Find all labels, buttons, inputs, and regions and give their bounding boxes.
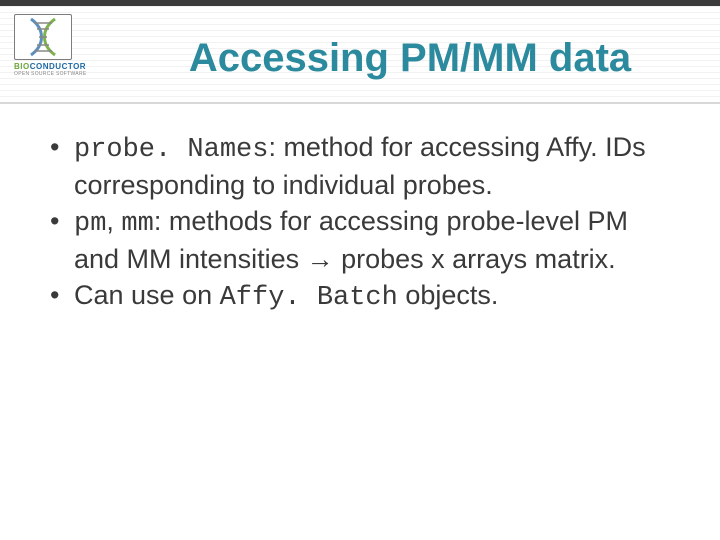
bioconductor-logo: BIOCONDUCTOR OPEN SOURCE SOFTWARE [14, 14, 92, 82]
dna-helix-icon [25, 17, 61, 57]
logo-name: BIOCONDUCTOR [14, 62, 92, 71]
right-arrow-icon: → [307, 244, 334, 274]
bullet-3-text-b: objects. [398, 280, 499, 310]
slide-body: probe. Names: method for accessing Affy.… [48, 130, 660, 318]
bullet-list: probe. Names: method for accessing Affy.… [48, 130, 660, 316]
bullet-2-text-b: probes x arrays matrix. [334, 244, 616, 274]
bullet-1: probe. Names: method for accessing Affy.… [48, 130, 660, 202]
bullet-2-sep: , [106, 206, 121, 236]
header-separator [0, 102, 720, 104]
logo-name-part1: BIO [14, 62, 30, 71]
bullet-3-code: Affy. Batch [220, 283, 398, 313]
logo-name-part2: CONDUCTOR [30, 62, 86, 71]
bullet-3: Can use on Affy. Batch objects. [48, 278, 660, 316]
logo-subtitle: OPEN SOURCE SOFTWARE [14, 71, 92, 77]
bullet-2-code-mm: mm [121, 209, 153, 239]
bullet-3-text-a: Can use on [74, 280, 220, 310]
slide: BIOCONDUCTOR OPEN SOURCE SOFTWARE Access… [0, 0, 720, 540]
bullet-2: pm, mm: methods for accessing probe-leve… [48, 204, 660, 276]
slide-title: Accessing PM/MM data [140, 36, 680, 81]
bullet-2-code-pm: pm [74, 209, 106, 239]
bullet-1-code: probe. Names [74, 135, 268, 165]
logo-box [14, 14, 72, 60]
